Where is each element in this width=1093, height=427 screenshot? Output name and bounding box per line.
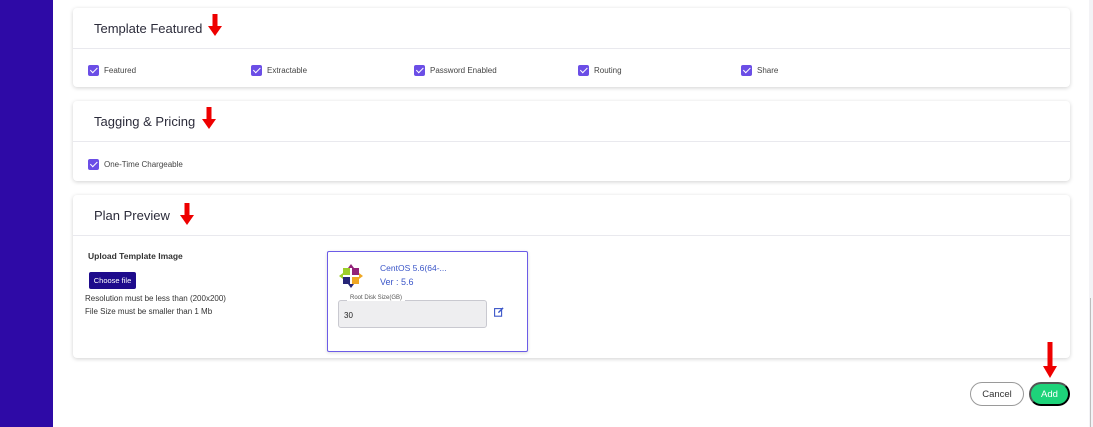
section-title: Plan Preview xyxy=(94,207,170,223)
plan-preview-header: Plan Preview xyxy=(73,195,1070,236)
featured-checkbox-row: Featured Extractable Password Enabled Ro… xyxy=(88,63,1048,77)
main-content: Template Featured Featured Extractable P… xyxy=(53,0,1089,427)
plan-preview-card: Plan Preview Upload Template Image Choos… xyxy=(73,195,1070,358)
checkbox-icon[interactable] xyxy=(88,64,99,76)
checkbox-label: One-Time Chargeable xyxy=(104,159,183,169)
sidebar xyxy=(0,0,53,427)
choose-file-button[interactable]: Choose file xyxy=(89,272,136,289)
checkbox-label: Password Enabled xyxy=(430,65,497,75)
checkbox-one-time-chargeable[interactable]: One-Time Chargeable xyxy=(88,157,183,171)
checkbox-extractable[interactable]: Extractable xyxy=(251,63,307,77)
root-disk-size-label: Root Disk Size(GB) xyxy=(347,295,406,301)
section-title: Tagging & Pricing xyxy=(94,113,196,129)
plan-preview-box: CentOS 5.6(64-... Ver : 5.6 Root Disk Si… xyxy=(327,251,528,352)
cancel-button[interactable]: Cancel xyxy=(970,382,1024,406)
checkbox-icon[interactable] xyxy=(251,64,262,76)
checkbox-password-enabled[interactable]: Password Enabled xyxy=(414,63,497,77)
arrow-down-icon xyxy=(202,107,216,129)
checkbox-label: Routing xyxy=(594,65,622,75)
edit-icon[interactable] xyxy=(494,307,504,317)
scrollbar-thumb[interactable] xyxy=(1090,298,1091,427)
checkbox-featured[interactable]: Featured xyxy=(88,63,136,77)
checkbox-icon[interactable] xyxy=(578,64,589,76)
checkbox-share[interactable]: Share xyxy=(741,63,778,77)
checkbox-routing[interactable]: Routing xyxy=(578,63,622,77)
checkbox-icon[interactable] xyxy=(741,64,752,76)
checkbox-label: Featured xyxy=(104,65,137,75)
pricing-checkbox-row: One-Time Chargeable xyxy=(88,157,1048,171)
upload-template-image-label: Upload Template Image xyxy=(88,251,183,261)
scrollbar-track xyxy=(1089,0,1093,427)
checkbox-label: Extractable xyxy=(267,65,308,75)
checkbox-label: Share xyxy=(757,65,779,75)
resolution-hint: Resolution must be less than (200x200) xyxy=(85,294,226,303)
plan-name: CentOS 5.6(64-... xyxy=(380,263,447,273)
checkbox-icon[interactable] xyxy=(88,158,99,170)
root-disk-size-field[interactable]: Root Disk Size(GB) 30 xyxy=(338,295,487,328)
arrow-down-icon xyxy=(1043,342,1057,378)
centos-logo-icon xyxy=(339,264,363,288)
template-featured-header: Template Featured xyxy=(73,8,1070,49)
tagging-pricing-card: Tagging & Pricing One-Time Chargeable xyxy=(73,101,1070,181)
add-button[interactable]: Add xyxy=(1029,382,1070,406)
file-size-hint: File Size must be smaller than 1 Mb xyxy=(85,307,213,316)
arrow-down-icon xyxy=(208,14,222,36)
section-title: Template Featured xyxy=(94,20,203,36)
arrow-down-icon xyxy=(180,203,194,225)
checkbox-icon[interactable] xyxy=(414,64,425,76)
tagging-pricing-header: Tagging & Pricing xyxy=(73,101,1070,142)
plan-version: Ver : 5.6 xyxy=(380,277,414,287)
template-featured-card: Template Featured Featured Extractable P… xyxy=(73,8,1070,87)
root-disk-size-value: 30 xyxy=(344,311,353,320)
